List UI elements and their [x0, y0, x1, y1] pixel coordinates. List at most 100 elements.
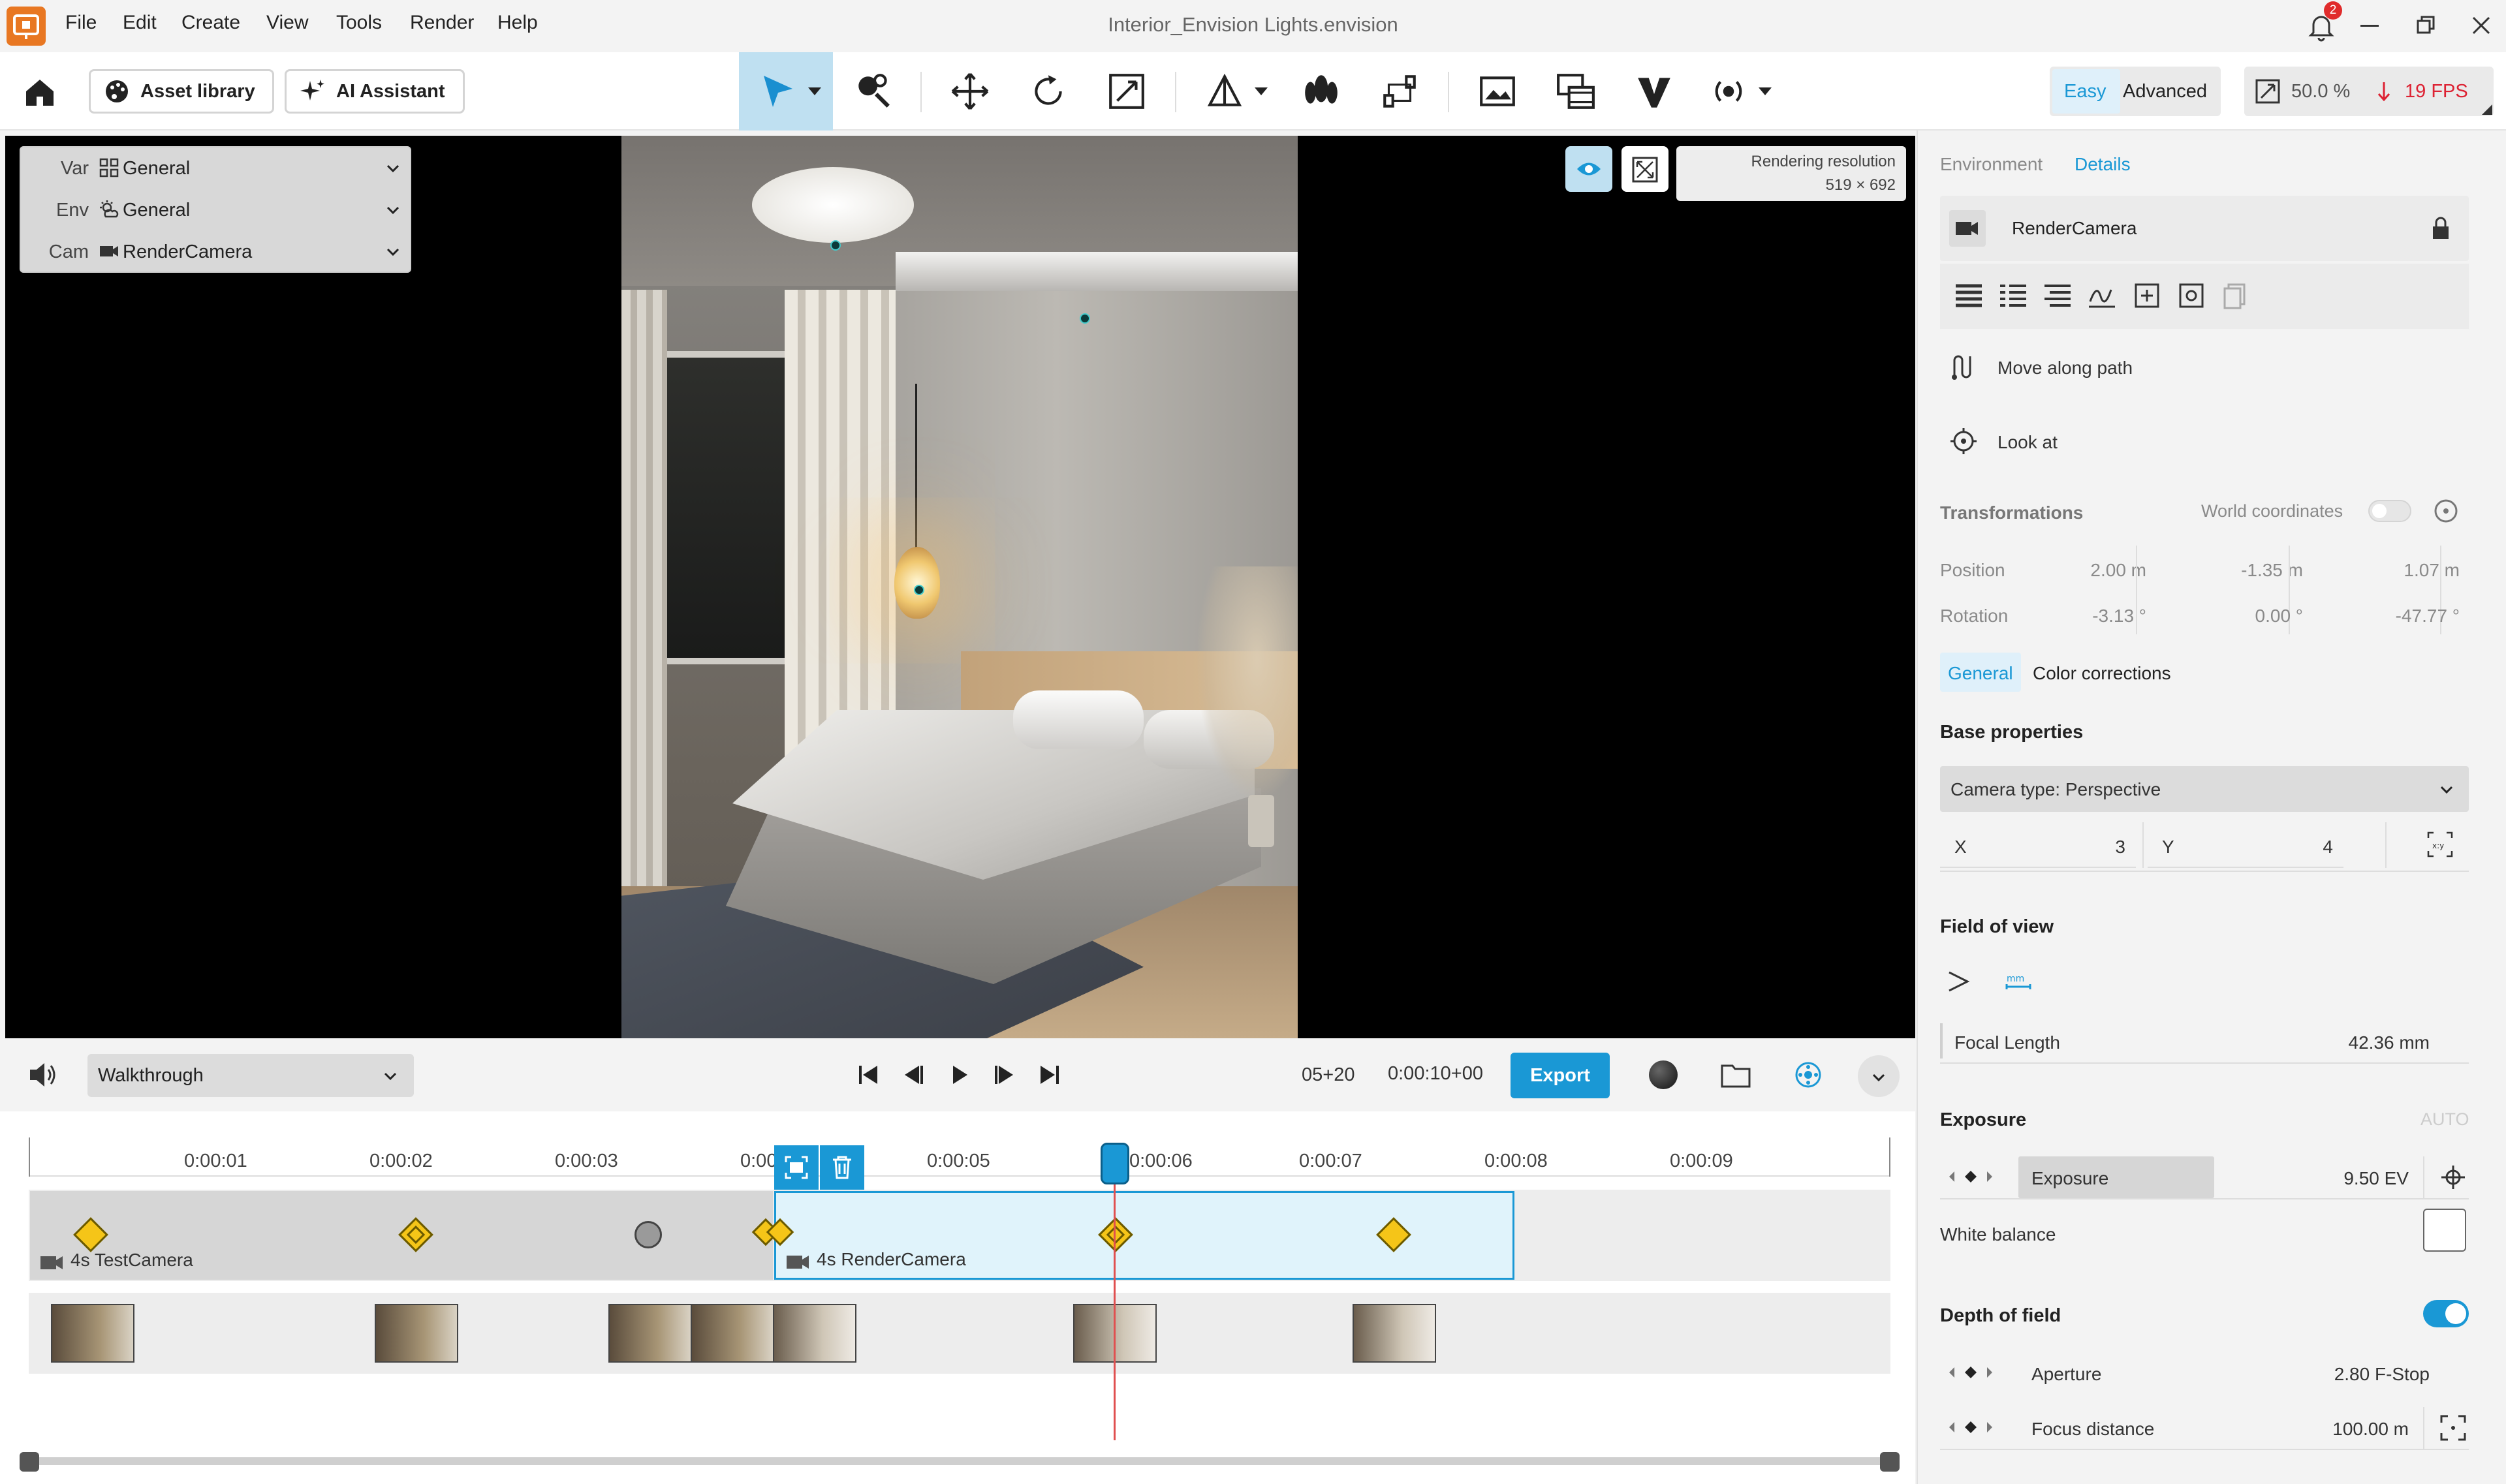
move-along-path-button[interactable]: Move along path — [1940, 341, 2266, 393]
render-preview[interactable] — [621, 136, 1298, 1038]
focal-length-field[interactable]: Focal Length 42.36 mm — [1940, 1018, 2469, 1064]
rotation-y[interactable]: 0.00 ° — [2205, 606, 2303, 626]
fit-clip-button[interactable] — [774, 1145, 819, 1190]
svg-text:mm: mm — [2007, 974, 2024, 984]
look-at-button[interactable]: Look at — [1940, 415, 2266, 467]
path-tool-button[interactable] — [1375, 67, 1424, 116]
list-view-icon[interactable] — [1954, 283, 1983, 309]
animation-dropdown[interactable]: Walkthrough — [87, 1054, 414, 1097]
home-icon[interactable] — [22, 74, 57, 110]
move-tool-button[interactable] — [945, 67, 995, 116]
frame-thumbnail — [608, 1304, 692, 1363]
close-icon[interactable] — [2471, 16, 2491, 35]
fov-angle-icon[interactable] — [1945, 968, 1971, 995]
settings-box-icon[interactable] — [2176, 283, 2205, 309]
lock-icon[interactable] — [2431, 217, 2451, 240]
total-duration[interactable]: 0:00:10+00 — [1388, 1063, 1483, 1085]
reset-transform-icon[interactable] — [2432, 497, 2460, 525]
crosshair-icon[interactable] — [2440, 1164, 2466, 1190]
delete-clip-button[interactable] — [820, 1145, 864, 1190]
focal-mm-icon[interactable]: mm — [2004, 970, 2033, 993]
keyframe-nav-icon[interactable] — [1948, 1364, 1994, 1381]
keyframe-nav-icon[interactable] — [1948, 1419, 1994, 1436]
skip-end-button[interactable] — [1037, 1062, 1063, 1088]
folder-icon[interactable] — [1721, 1063, 1751, 1088]
focus-distance-row[interactable]: Focus distance 100.00 m — [1940, 1404, 2469, 1450]
rotation-z[interactable]: -47.77 ° — [2362, 606, 2460, 626]
subtab-color-corrections[interactable]: Color corrections — [2033, 663, 2171, 684]
export-button[interactable]: Export — [1511, 1053, 1610, 1098]
environment-selector[interactable]: Env General — [21, 189, 413, 231]
select-tool-button[interactable] — [739, 52, 833, 131]
path-icon — [1952, 355, 1971, 380]
scrollbar-handle-left[interactable] — [20, 1452, 39, 1472]
signature-icon[interactable] — [2088, 283, 2116, 309]
rotation-x[interactable]: -3.13 ° — [2048, 606, 2146, 626]
scale-tool-button[interactable] — [1102, 67, 1151, 116]
timeline-scrollbar[interactable] — [20, 1457, 1900, 1465]
notification-bell-icon[interactable]: 2 — [2304, 1, 2342, 43]
render-quality-icon[interactable] — [1649, 1060, 1678, 1089]
3d-viewport[interactable]: Var General Env General Cam RenderCamera… — [5, 136, 1915, 1038]
variant-selector[interactable]: Var General — [21, 147, 413, 189]
playhead-handle[interactable] — [1101, 1143, 1129, 1184]
chevron-down-icon[interactable] — [1253, 86, 1269, 97]
ai-assistant-button[interactable]: AI Assistant — [285, 69, 465, 114]
white-balance-swatch[interactable] — [2423, 1209, 2466, 1252]
position-z[interactable]: 1.07 m — [2362, 560, 2460, 581]
performance-widget[interactable]: 50.0 % 19 FPS — [2244, 67, 2494, 116]
timeline-panel[interactable]: 0:00:01 0:00:02 0:00:03 0:00:04 0:00:05 … — [0, 1111, 1915, 1484]
restore-icon[interactable] — [2417, 16, 2435, 34]
asset-library-button[interactable]: Asset library — [89, 69, 274, 114]
film-settings-icon[interactable] — [1794, 1060, 1823, 1089]
subtab-general[interactable]: General — [1940, 653, 2021, 692]
camera-selector[interactable]: Cam RenderCamera — [21, 231, 413, 273]
tab-details[interactable]: Details — [2075, 154, 2131, 175]
variant-value: General — [123, 158, 191, 179]
collapse-timeline-button[interactable] — [1858, 1055, 1900, 1097]
render-image-button[interactable] — [1473, 67, 1522, 116]
step-back-button[interactable] — [901, 1062, 927, 1088]
play-button[interactable] — [947, 1062, 973, 1088]
swap-xy-icon[interactable]: x:y — [2427, 831, 2453, 858]
dof-toggle[interactable] — [2423, 1300, 2469, 1327]
keyframe-nav-icon[interactable] — [1948, 1168, 1994, 1185]
add-item-icon[interactable] — [2132, 283, 2161, 309]
brush-icon — [858, 74, 890, 108]
aperture-row[interactable]: Aperture 2.80 F-Stop — [1940, 1350, 2469, 1395]
skip-start-button[interactable] — [855, 1062, 881, 1088]
exposure-auto-label[interactable]: AUTO — [2420, 1109, 2469, 1130]
camera-type-dropdown[interactable]: Camera type: Perspective — [1940, 766, 2469, 812]
volume-icon[interactable] — [27, 1060, 59, 1089]
mode-advanced-button[interactable]: Advanced — [2123, 81, 2207, 102]
visibility-toggle-button[interactable] — [1565, 146, 1612, 192]
chevron-down-icon — [386, 206, 399, 215]
list-detail-icon[interactable] — [1999, 283, 2028, 309]
world-coordinates-toggle[interactable] — [2368, 500, 2411, 522]
position-x[interactable]: 2.00 m — [2048, 560, 2146, 581]
light-gizmo[interactable] — [914, 585, 924, 595]
vr-button[interactable] — [1629, 67, 1679, 116]
paint-tool-button[interactable] — [849, 67, 898, 116]
render-video-button[interactable] — [1551, 67, 1601, 116]
keyframe-disabled[interactable] — [634, 1221, 662, 1248]
minimize-icon[interactable] — [2360, 25, 2379, 27]
step-forward-button[interactable] — [991, 1062, 1017, 1088]
light-gizmo[interactable] — [1080, 313, 1090, 324]
focus-pick-icon[interactable] — [2440, 1415, 2466, 1441]
vegetation-button[interactable] — [1296, 67, 1346, 116]
tab-environment[interactable]: Environment — [1940, 154, 2043, 175]
live-link-button[interactable] — [1704, 67, 1753, 116]
fullscreen-button[interactable] — [1621, 146, 1668, 192]
chevron-down-icon[interactable] — [1757, 86, 1773, 97]
rotate-tool-button[interactable] — [1024, 67, 1073, 116]
aspect-y-field[interactable]: Y 4 — [2148, 822, 2343, 868]
list-indent-icon[interactable] — [2043, 283, 2072, 309]
object-name[interactable]: RenderCamera — [2012, 218, 2137, 239]
scrollbar-handle-right[interactable] — [1880, 1452, 1900, 1472]
playback-bar: Walkthrough 05+20 0:00:10+00 Export — [0, 1038, 1915, 1111]
arrow-down-icon — [2377, 82, 2390, 102]
place-object-button[interactable] — [1200, 67, 1249, 116]
aspect-x-field[interactable]: X 3 — [1940, 822, 2136, 868]
light-gizmo[interactable] — [830, 240, 841, 251]
